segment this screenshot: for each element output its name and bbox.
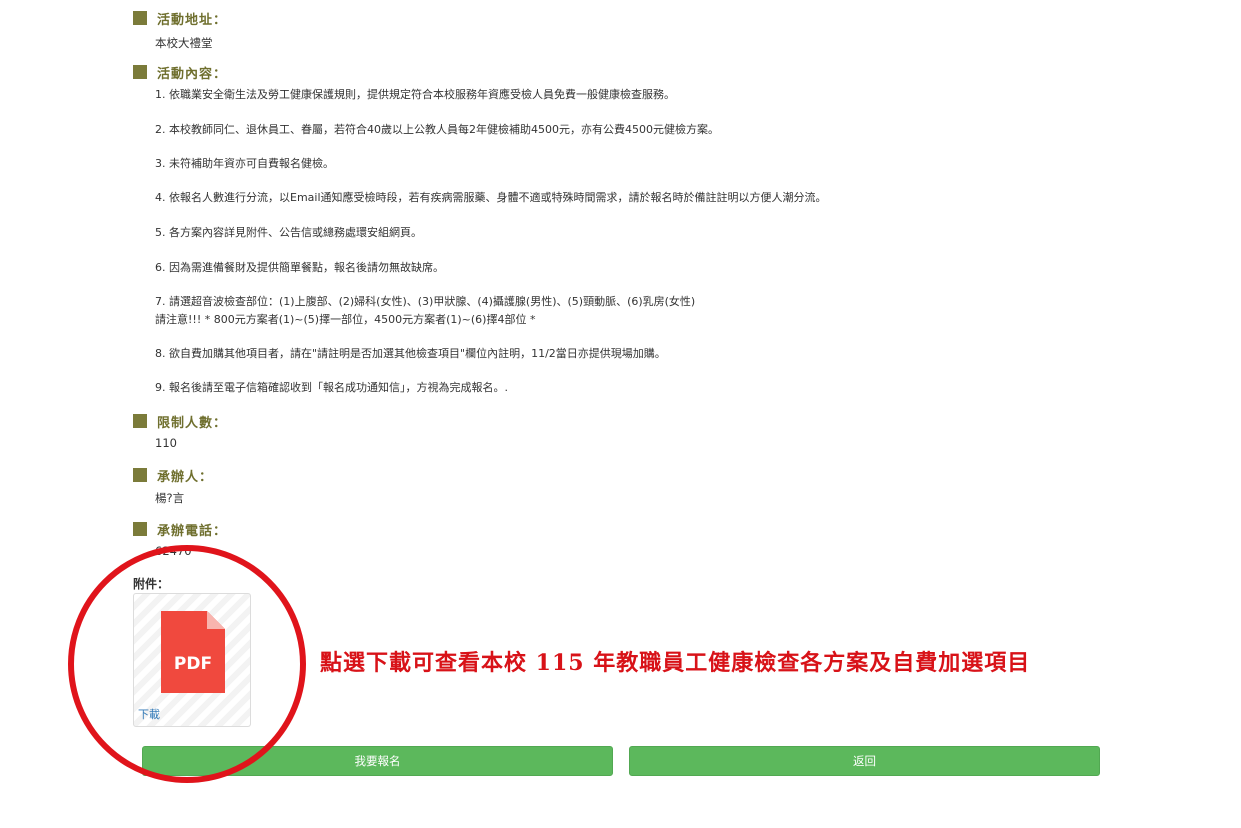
venue-heading: 活動地址：	[133, 10, 228, 28]
content-item: 4. 依報名人數進行分流，以Email通知應受檢時段，若有疾病需服藥、身體不適或…	[155, 191, 827, 204]
section-marker-icon	[133, 414, 147, 428]
content-heading: 活動內容：	[133, 64, 228, 82]
pdf-icon-text: PDF	[174, 654, 212, 674]
organizer-heading: 承辦人：	[133, 467, 214, 485]
attachment-card[interactable]: PDF 下載	[133, 593, 251, 727]
download-link[interactable]: 下載	[138, 706, 160, 722]
register-button[interactable]: 我要報名	[142, 746, 613, 776]
section-marker-icon	[133, 522, 147, 536]
venue-label: 活動地址：	[157, 12, 228, 28]
content-item: 1. 依職業安全衛生法及勞工健康保護規則，提供規定符合本校服務年資應受檢人員免費…	[155, 88, 675, 101]
content-item: 8. 欲自費加購其他項目者，請在"請註明是否加選其他檢查項目"欄位內註明，11/…	[155, 347, 666, 360]
phone-value: 62470	[155, 544, 192, 558]
section-marker-icon	[133, 468, 147, 482]
annotation-text: 點選下載可查看本校 115 年教職員工健康檢查各方案及自費加選項目	[320, 650, 1031, 676]
back-button[interactable]: 返回	[629, 746, 1100, 776]
content-item: 3. 未符補助年資亦可自費報名健檢。	[155, 157, 334, 170]
phone-label: 承辦電話：	[157, 523, 228, 539]
phone-heading: 承辦電話：	[133, 521, 228, 539]
section-marker-icon	[133, 65, 147, 79]
pdf-file-icon[interactable]: PDF	[161, 611, 225, 693]
content-item: 6. 因為需進備餐財及提供簡單餐點，報名後請勿無故缺席。	[155, 261, 444, 274]
venue-value: 本校大禮堂	[155, 36, 213, 50]
content-item: 9. 報名後請至電子信箱確認收到「報名成功通知信」，方視為完成報名。.	[155, 381, 508, 394]
content-item: 2. 本校教師同仁、退休員工、眷屬，若符合40歲以上公教人員每2年健檢補助450…	[155, 123, 719, 136]
organizer-label: 承辦人：	[157, 469, 214, 485]
attachment-label: 附件：	[133, 577, 170, 591]
capacity-value: 110	[155, 436, 177, 450]
content-label: 活動內容：	[157, 66, 228, 82]
content-item: 5. 各方案內容詳見附件、公告信或總務處環安組網頁。	[155, 226, 422, 239]
content-item-note: 請注意!!! * 800元方案者(1)~(5)擇一部位，4500元方案者(1)~…	[155, 313, 536, 326]
content-item: 7. 請選超音波檢查部位：(1)上腹部、(2)婦科(女性)、(3)甲狀腺、(4)…	[155, 295, 696, 308]
capacity-heading: 限制人數：	[133, 413, 228, 431]
organizer-value: 楊?言	[155, 491, 185, 505]
section-marker-icon	[133, 11, 147, 25]
activity-detail: 活動地址： 本校大禮堂 活動內容： 1. 依職業安全衛生法及勞工健康保護規則，提…	[0, 0, 1241, 828]
capacity-label: 限制人數：	[157, 415, 228, 431]
